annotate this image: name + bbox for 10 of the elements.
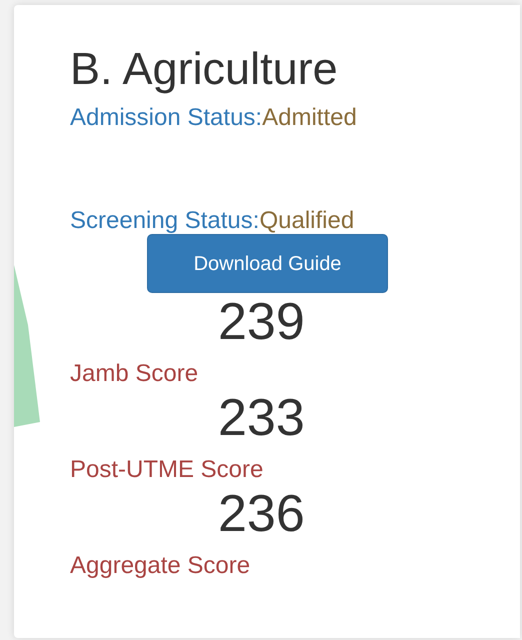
score-number: 236 xyxy=(218,485,305,543)
status-line: Screening Status:Qualified xyxy=(70,206,354,236)
status-line: Admission Status:Admitted xyxy=(70,103,357,133)
score-number: 239 xyxy=(218,293,305,351)
download-guide-button[interactable]: Download Guide xyxy=(147,234,388,293)
score-number: 233 xyxy=(218,389,305,447)
score-label: Post-UTME Score xyxy=(70,455,264,485)
page-title: B. Agriculture xyxy=(70,43,338,95)
score-label: Jamb Score xyxy=(70,359,198,389)
score-label: Aggregate Score xyxy=(70,551,250,581)
